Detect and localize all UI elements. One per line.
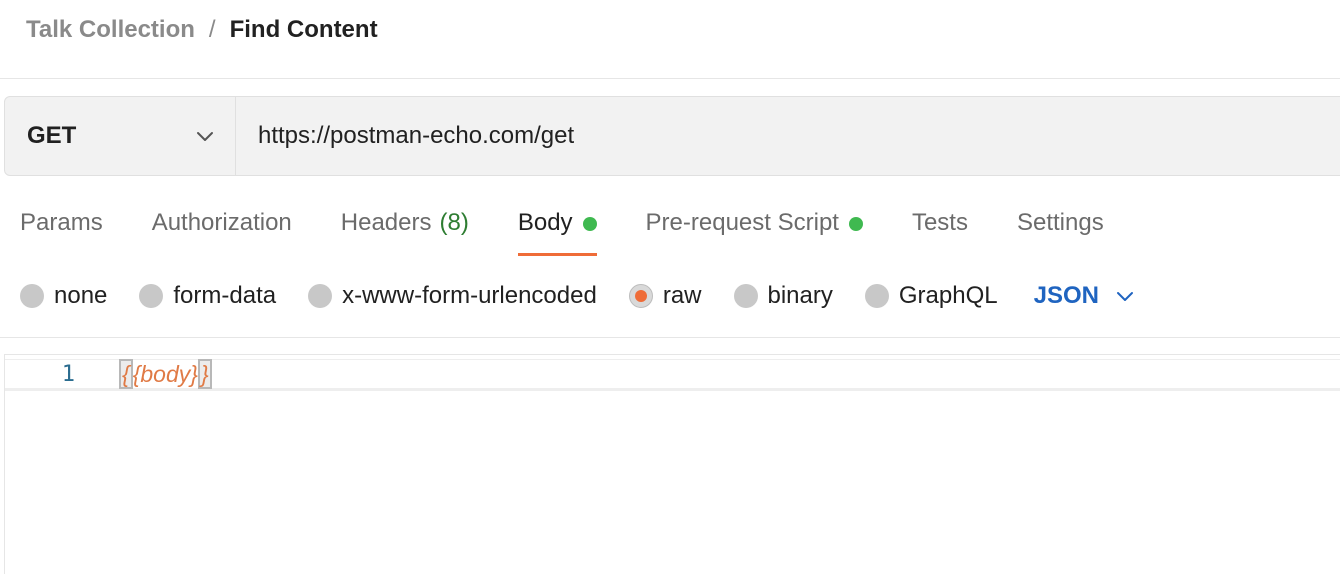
code-content[interactable]: { {body} } [119,359,212,389]
tab-label: Authorization [151,209,292,236]
radio-label: raw [662,282,702,309]
matched-brace-open: { [119,359,133,389]
chevron-down-icon [197,132,213,141]
header-divider [0,78,1340,79]
radio-label: form-data [173,282,277,309]
tab-settings[interactable]: Settings [1017,196,1104,256]
body-type-raw[interactable]: raw [628,282,702,310]
radio-label: none [54,282,108,309]
tab-pre-request-script[interactable]: Pre-request Script [646,196,863,256]
method-label: GET [27,122,77,149]
editor-divider [0,337,1340,338]
radio-button[interactable] [864,284,889,308]
request-bar: GET [4,96,1340,176]
breadcrumb-request-name[interactable]: Find Content [230,16,378,44]
script-indicator-dot [848,217,863,231]
raw-format-label: JSON [1033,282,1099,309]
radio-label: x-www-form-urlencoded [342,282,597,309]
tab-label: Params [20,209,103,236]
matched-brace-close: } [197,359,212,389]
headers-count-badge: (8) [439,209,469,236]
breadcrumb-collection[interactable]: Talk Collection [26,16,195,44]
tab-body[interactable]: Body [517,196,597,256]
body-type-graphql[interactable]: GraphQL [864,282,998,310]
tab-label: Body [517,209,573,236]
variable-text: {body} [132,360,198,387]
tab-params[interactable]: Params [20,196,103,256]
method-dropdown[interactable]: GET [5,97,236,175]
breadcrumb-separator: / [208,16,216,43]
tab-label: Headers [340,209,432,236]
body-type-none[interactable]: none [20,282,107,310]
tab-label: Tests [911,209,968,236]
body-type-selector: none form-data x-www-form-urlencoded raw… [20,276,1135,316]
chevron-down-icon [1116,292,1133,301]
body-type-urlencoded[interactable]: x-www-form-urlencoded [308,282,597,310]
radio-label: binary [767,282,833,309]
tab-authorization[interactable]: Authorization [152,196,292,256]
tab-tests[interactable]: Tests [912,196,968,256]
body-editor[interactable]: 1 { {body} } [4,354,1340,574]
request-tabs: Params Authorization Headers (8) Body Pr… [20,196,1153,256]
radio-label: GraphQL [898,282,998,309]
body-type-binary[interactable]: binary [733,282,833,310]
radio-button[interactable] [20,284,44,308]
line-number: 1 [61,361,75,387]
radio-button[interactable] [733,284,758,308]
tab-label: Settings [1016,209,1104,236]
editor-line[interactable]: 1 { {body} } [5,359,1340,391]
radio-button[interactable] [139,284,164,308]
body-indicator-dot [582,217,597,231]
breadcrumb: Talk Collection / Find Content [26,12,378,48]
raw-format-dropdown[interactable]: JSON [1034,282,1135,310]
tab-label: Pre-request Script [645,209,839,236]
tab-headers[interactable]: Headers (8) [341,196,469,256]
url-input[interactable] [236,97,1340,175]
body-type-form-data[interactable]: form-data [139,282,276,310]
radio-button-selected[interactable] [628,284,653,308]
radio-button[interactable] [308,284,333,308]
